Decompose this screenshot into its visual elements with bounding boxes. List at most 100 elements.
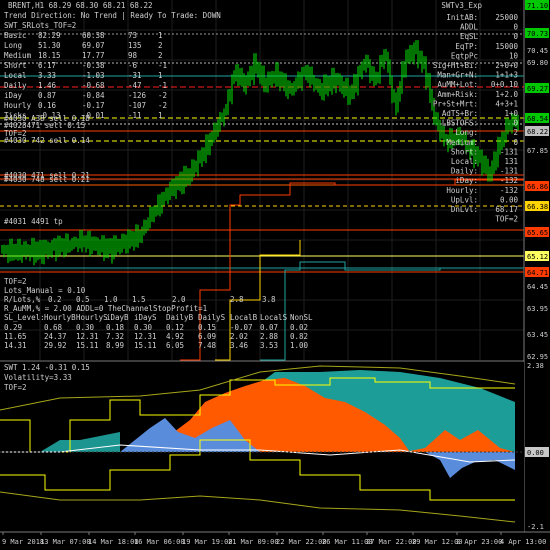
time-label: 2 Apr 23:00 [456, 538, 502, 546]
rlots-value: 0.5 [76, 295, 90, 304]
price-label: 63.45 [527, 331, 548, 339]
setting-label: iDay: [455, 176, 478, 185]
table-cell: Hourly [4, 101, 32, 110]
trend-direction: Trend Direction: No Trend | Ready To Tra… [4, 11, 221, 20]
time-axis: 9 Mar 201813 Mar 07:0014 Mar 18:0016 Mar… [2, 532, 546, 546]
grid-header: HourlyB [44, 313, 76, 322]
setting-label: InitAB: [446, 13, 478, 22]
table-cell: 0.16 [38, 101, 57, 110]
table-cell: Short [4, 61, 27, 70]
setting-value: 4+3+1 [495, 99, 518, 108]
table-cell: 18.15 [38, 51, 61, 60]
price-badge-label: 66.86 [527, 183, 548, 191]
grid-cell: 0.18 [106, 323, 125, 332]
grid-header: DailyS [198, 313, 226, 322]
price-badge-label: 69.27 [527, 85, 548, 93]
table-cell: 17.77 [82, 51, 105, 60]
order-tag: #4031 4491 tp [4, 217, 63, 226]
price-label: 64.45 [527, 283, 548, 291]
time-label: 21 Mar 09:00 [228, 538, 279, 546]
rlots-value: 2.0 [172, 295, 186, 304]
price-badge-label: 66.38 [527, 203, 548, 211]
grid-cell: 14.31 [4, 341, 27, 350]
grid-cell: 0.30 [76, 323, 95, 332]
grid-cell: 15.11 [76, 341, 99, 350]
table-cell: -126 [128, 91, 147, 100]
indicator-scale: 2.380.00-2.10.00 [525, 362, 549, 531]
setting-value: -132 [500, 176, 518, 185]
setting-value: -132 [500, 186, 518, 195]
setting-label: Daily: [451, 167, 478, 176]
setting-value: 2 [513, 128, 518, 137]
price-badge-label: 70.73 [527, 30, 548, 38]
grid-header: iDayS [134, 313, 157, 322]
table-cell: 1 [158, 71, 163, 80]
table-cell: -1.03 [82, 71, 105, 80]
setting-value: 131 [504, 157, 518, 166]
time-label: 9 Mar 2018 [2, 538, 44, 546]
setting-label: DnLvl: [451, 205, 478, 214]
setting-label: Amm+Risk: [437, 90, 478, 99]
indicator-title: SWT 1.24 -0.31 0.15 [4, 363, 90, 372]
aumm-line: R_AuMM,% = 2.00 ADDL=0 TheChannelStopPro… [4, 304, 207, 313]
grid-header: iDayB [106, 313, 129, 322]
table-cell: -0.84 [82, 91, 105, 100]
grid-cell: 0.29 [4, 323, 22, 332]
rlots-value: 1.5 [132, 295, 146, 304]
grid-header: HourlyS [76, 313, 108, 322]
table-cell: -2 [158, 101, 167, 110]
setting-value: 25000 [495, 13, 518, 22]
table-cell: 1 [158, 111, 163, 120]
table-cell: -1 [158, 61, 167, 70]
setting-label: Hourly: [446, 186, 478, 195]
table-cell: 51.30 [38, 41, 61, 50]
setting-value: 15000 [495, 42, 518, 51]
grid-cell: 6.05 [166, 341, 184, 350]
trading-chart[interactable]: BRENT,H1 68.29 68.30 68.21 68.22 Trend D… [0, 0, 550, 550]
time-label: 27 Mar 22:00 [366, 538, 417, 546]
time-label: 26 Mar 11:00 [322, 538, 373, 546]
price-badge-label: 68.54 [527, 115, 548, 123]
indicator-badge-label: 0.00 [527, 449, 544, 457]
setting-label: AuMM+Lot: [437, 80, 478, 89]
table-cell: -1 [158, 81, 167, 90]
order-tag: #4030 748 sell 0.21 [4, 175, 90, 184]
grid-header: SL_Level: [4, 313, 45, 322]
grid-cell: 7.32 [106, 332, 124, 341]
grid-cell: 7.48 [198, 341, 217, 350]
setting-value: -131 [500, 167, 518, 176]
grid-cell: 0.30 [134, 323, 153, 332]
table-cell: 135 [128, 41, 142, 50]
setting-value: 1+2.0 [495, 90, 518, 99]
setting-value: 0 [513, 119, 518, 128]
time-label: 19 Mar 19:00 [182, 538, 233, 546]
setting-label: Medium: [446, 138, 478, 147]
table-cell: -0.38 [82, 61, 105, 70]
grid-cell: 0.15 [198, 323, 216, 332]
grid-cell: 24.37 [44, 332, 67, 341]
setting-label: EqTP: [455, 42, 478, 51]
setting-value: 0+0.10 [491, 80, 519, 89]
lots-manual: Lots_Manual = 0.10 [4, 286, 86, 295]
grid-cell: 0.07 [260, 323, 278, 332]
price-label: 70.45 [527, 47, 548, 55]
setting-label: Pr+St+Mrt: [433, 99, 478, 108]
rlots-value: 1.0 [104, 295, 118, 304]
setting-value: 10 [509, 51, 519, 60]
time-label: 16 Mar 06:00 [134, 538, 185, 546]
grid-cell: 12.31 [76, 332, 99, 341]
setting-value: 0.00 [500, 195, 519, 204]
table-cell: -47 [128, 81, 142, 90]
time-label: 14 Mar 18:00 [88, 538, 139, 546]
grid-cell: 2.02 [230, 332, 248, 341]
setting-label: ADDL [460, 23, 479, 32]
table-cell: -2 [158, 91, 167, 100]
setting-label: Local: [451, 157, 478, 166]
table-cell: -0.68 [82, 81, 105, 90]
setting-value: 0 [513, 23, 518, 32]
setting-label: AdTS+Br: [442, 109, 478, 118]
grid-cell: 1.00 [290, 341, 309, 350]
grid-cell: 2.88 [260, 332, 279, 341]
price-label: 69.80 [527, 59, 548, 67]
rlots-value: 0.2 [48, 295, 62, 304]
